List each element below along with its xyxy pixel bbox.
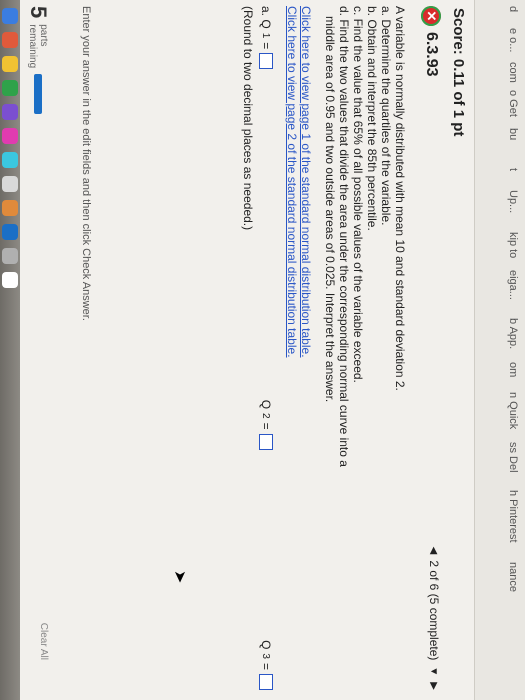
dock-app-icon[interactable] <box>2 80 18 96</box>
triangle-down-icon[interactable]: ▼ <box>429 666 440 676</box>
taskbar <box>0 0 20 700</box>
problem-line: middle area of 0.95 and two outside area… <box>323 16 337 403</box>
table-page1-link[interactable]: Click here to view page 1 of the standar… <box>299 6 313 358</box>
dock-app-icon[interactable] <box>2 128 18 144</box>
clear-all-button[interactable]: Clear All <box>38 623 49 660</box>
photo-background: d e o... com o Get bu t Up... kip to eig… <box>0 0 525 700</box>
equals-sign: = <box>259 662 273 670</box>
equals-sign: = <box>259 422 273 430</box>
q1-subscript: 1 <box>260 32 272 39</box>
q3-answer: Q 3 = <box>259 640 273 690</box>
triangle-left-icon[interactable]: ◀ <box>429 547 440 555</box>
dock-app-icon[interactable] <box>2 248 18 264</box>
dock-app-icon[interactable] <box>2 56 18 72</box>
problem-line: d. Find the two values that divide the a… <box>337 6 351 467</box>
q1-label: a. Q <box>259 6 273 29</box>
sidebar-item[interactable]: o Get <box>507 90 519 117</box>
question-header: ✕ 6.3.93 <box>421 6 441 76</box>
problem-line: c. Find the value that 65% of all possib… <box>351 6 365 383</box>
sidebar-item[interactable]: eiga... <box>507 270 519 300</box>
dock-app-icon[interactable] <box>2 104 18 120</box>
sidebar-item[interactable]: nance <box>507 562 519 592</box>
sidebar-item[interactable]: e o... <box>507 28 519 52</box>
sidebar-item[interactable]: t <box>507 168 519 171</box>
question-number: 6.3.93 <box>423 32 440 77</box>
q1-input[interactable] <box>259 53 273 70</box>
rounding-note: (Round to two decimal places as needed.) <box>241 6 255 231</box>
problem-line: b. Obtain and interpret the 85th percent… <box>365 6 379 231</box>
q3-subscript: 3 <box>260 653 272 659</box>
sidebar-item[interactable]: h Pinterest <box>507 490 519 543</box>
dock-app-icon[interactable] <box>2 272 18 288</box>
dock-app-icon[interactable] <box>2 176 18 192</box>
question-position[interactable]: 2 of 6 (5 complete) <box>427 560 441 660</box>
dock-app-icon[interactable] <box>2 224 18 240</box>
dock-app-icon[interactable] <box>2 32 18 48</box>
problem-line: A variable is normally distributed with … <box>393 6 407 391</box>
triangle-right-icon[interactable]: ▶ <box>429 682 440 690</box>
parts-count: 5 <box>26 6 51 19</box>
problem-text: A variable is normally distributed with … <box>285 6 407 696</box>
progress-bar <box>34 74 42 115</box>
parts-remaining: 5 parts remaining <box>25 6 51 115</box>
sidebar-item[interactable]: b App. <box>507 318 519 349</box>
sidebar-item[interactable]: n Quick <box>507 392 519 429</box>
sidebar-item[interactable]: bu <box>507 128 519 140</box>
sidebar-item[interactable]: Up... <box>507 190 519 213</box>
sidebar: d e o... com o Get bu t Up... kip to eig… <box>474 0 525 700</box>
answer-area: a. Q 1 = Q 2 = Q 3 = (Round to two decimal … <box>241 6 273 696</box>
q2-answer: Q 2 = <box>259 400 273 450</box>
sidebar-item[interactable]: com <box>507 62 519 83</box>
parts-label: parts <box>38 24 49 47</box>
dock-app-icon[interactable] <box>2 152 18 168</box>
remaining-label: remaining <box>27 24 38 69</box>
sidebar-item[interactable]: ss Del <box>507 442 519 473</box>
dock-app-icon[interactable] <box>2 200 18 216</box>
q2-subscript: 2 <box>260 413 272 419</box>
q3-label: Q <box>259 640 273 650</box>
parts-label-group: parts remaining <box>27 24 49 68</box>
score-label: Score: 0.11 of 1 pt <box>450 8 467 137</box>
dock-app-icon[interactable] <box>2 8 18 24</box>
equals-sign: = <box>259 42 273 50</box>
q1-answer: a. Q 1 = <box>259 6 273 70</box>
sidebar-item[interactable]: om <box>507 362 519 377</box>
question-navigation: ◀ 2 of 6 (5 complete) ▼ ▶ <box>427 547 441 690</box>
x-icon: ✕ <box>421 6 441 26</box>
q2-label: Q <box>259 399 273 410</box>
sidebar-item[interactable]: d <box>507 6 519 12</box>
sidebar-item[interactable]: kip to <box>507 232 519 258</box>
problem-line: a. Determine the quartiles of the variab… <box>379 6 393 226</box>
browser-screen: d e o... com o Get bu t Up... kip to eig… <box>0 0 525 700</box>
q3-input[interactable] <box>259 673 273 690</box>
table-page2-link[interactable]: Click here to view page 2 of the standar… <box>285 6 299 358</box>
instruction-text: Enter your answer in the edit fields and… <box>80 6 92 321</box>
mouse-cursor-icon: ➤ <box>171 570 188 584</box>
q2-input[interactable] <box>259 433 273 450</box>
